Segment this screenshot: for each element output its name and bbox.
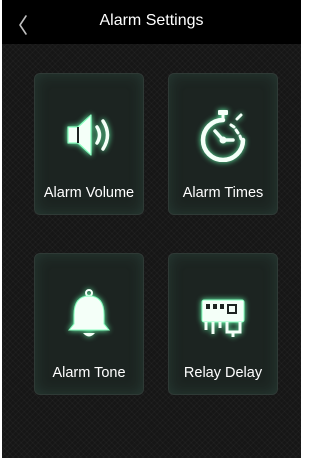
header-bar: Alarm Settings — [2, 0, 301, 44]
alarm-settings-screen: Alarm Settings Alarm Volume Alarm Times … — [2, 0, 301, 458]
page-title: Alarm Settings — [99, 12, 204, 29]
stopwatch-icon — [200, 110, 246, 162]
bell-icon — [67, 289, 111, 337]
alarm-volume-tile[interactable]: Alarm Volume — [34, 73, 144, 215]
tile-label: Relay Delay — [183, 365, 263, 381]
relay-delay-tile[interactable]: Relay Delay — [168, 253, 278, 395]
alarm-tone-tile[interactable]: Alarm Tone — [34, 253, 144, 395]
relay-board-icon — [201, 299, 245, 337]
tile-label: Alarm Volume — [43, 185, 135, 201]
alarm-times-tile[interactable]: Alarm Times — [168, 73, 278, 215]
tile-label: Alarm Tone — [52, 365, 126, 381]
tile-label: Alarm Times — [182, 185, 264, 201]
speaker-volume-icon — [67, 114, 110, 156]
